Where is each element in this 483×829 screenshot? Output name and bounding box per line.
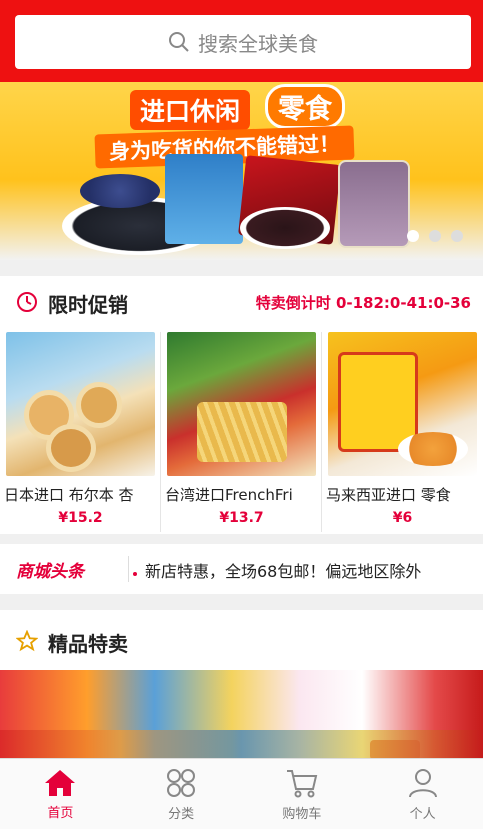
banner-badge: 零食	[265, 84, 345, 129]
carousel-dot[interactable]	[429, 230, 441, 242]
user-icon	[408, 768, 437, 797]
category-grid-icon	[167, 768, 196, 797]
tab-category[interactable]: 分类	[121, 759, 242, 829]
product-image	[167, 332, 316, 476]
product-card[interactable]: 台湾进口FrenchFri ¥13.7	[161, 332, 322, 532]
search-icon	[169, 32, 189, 52]
news-bar[interactable]: 商城头条 新店特惠，全场68包邮！偏远地区除外	[0, 544, 483, 594]
tab-label: 首页	[47, 805, 74, 821]
raisin-bowl-image	[240, 207, 330, 249]
product-price: ¥6	[392, 510, 413, 526]
carousel-dot[interactable]	[407, 230, 419, 242]
featured-title: 精品特卖	[48, 632, 128, 656]
snack-jar-image	[338, 160, 410, 248]
header-bar: 搜索全球美食	[0, 0, 483, 82]
product-name: 日本进口 布尔本 杏	[4, 486, 134, 504]
shopping-cart-icon	[286, 769, 318, 797]
news-divider	[128, 556, 129, 582]
product-price: ¥15.2	[58, 510, 103, 526]
featured-banner-image[interactable]	[0, 670, 483, 760]
countdown-value: 0-182:0-41:0-36	[335, 294, 471, 312]
tab-profile[interactable]: 个人	[362, 759, 483, 829]
news-logo: 商城头条	[16, 562, 84, 582]
search-input[interactable]: 搜索全球美食	[15, 15, 471, 69]
news-bullet-icon	[133, 572, 137, 576]
banner-title: 进口休闲	[130, 90, 251, 130]
product-card[interactable]: 日本进口 布尔本 杏 ¥15.2	[0, 332, 161, 532]
product-image	[6, 332, 155, 476]
carousel-dots[interactable]	[407, 230, 463, 242]
flash-sale-title: 限时促销	[48, 293, 128, 317]
star-icon	[16, 630, 38, 652]
flash-sale-section: 限时促销 特卖倒计时 0-182:0-41:0-36 日本进口 布尔本 杏 ¥1…	[0, 276, 483, 534]
product-image	[328, 332, 477, 476]
promo-banner[interactable]: 进口休闲 零食 身为吃货的你不能错过！	[0, 82, 483, 260]
clock-icon	[17, 292, 37, 312]
product-list: 日本进口 布尔本 杏 ¥15.2 台湾进口FrenchFri ¥13.7 马来西…	[0, 332, 483, 532]
news-headline[interactable]: 新店特惠，全场68包邮！偏远地区除外	[145, 558, 421, 582]
search-placeholder: 搜索全球美食	[198, 31, 318, 56]
tab-cart[interactable]: 购物车	[242, 759, 363, 829]
tab-label: 个人	[409, 806, 436, 822]
tab-home[interactable]: 首页	[0, 759, 121, 829]
blueberry-pile-image	[80, 174, 160, 208]
featured-section: 精品特卖	[0, 610, 483, 670]
product-name: 马来西亚进口 零食	[326, 486, 451, 504]
product-name: 台湾进口FrenchFri	[165, 486, 293, 504]
countdown-label: 特卖倒计时	[255, 294, 331, 312]
carousel-dot[interactable]	[451, 230, 463, 242]
snack-package-blue-image	[165, 154, 243, 244]
bottom-tab-bar: 首页 分类 购物车 个人	[0, 758, 483, 829]
home-icon	[45, 769, 76, 796]
tab-label: 分类	[168, 806, 195, 822]
product-price: ¥13.7	[219, 510, 264, 526]
product-card[interactable]: 马来西亚进口 零食 ¥6	[322, 332, 483, 532]
countdown: 特卖倒计时 0-182:0-41:0-36	[256, 292, 471, 313]
tab-label: 购物车	[282, 806, 322, 822]
